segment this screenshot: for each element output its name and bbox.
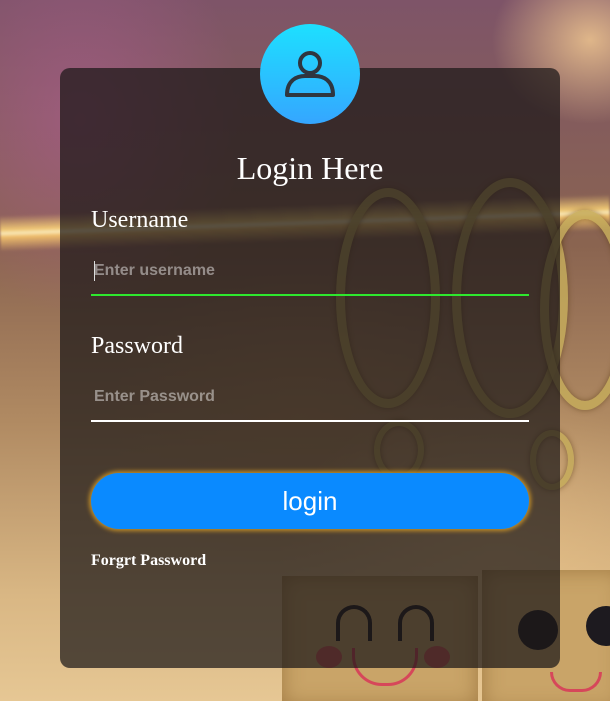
forgot-password-link[interactable]: Forgrt Password — [91, 552, 206, 570]
password-label: Password — [91, 333, 184, 359]
user-icon — [285, 51, 335, 97]
username-label: Username — [91, 207, 189, 233]
password-underline — [91, 420, 529, 422]
user-avatar — [260, 24, 360, 124]
password-input[interactable] — [91, 374, 529, 420]
login-button[interactable]: login — [91, 473, 529, 529]
username-underline — [91, 294, 529, 296]
username-input[interactable] — [91, 248, 529, 294]
page-title: Login Here — [236, 150, 384, 186]
text-cursor — [94, 261, 95, 281]
